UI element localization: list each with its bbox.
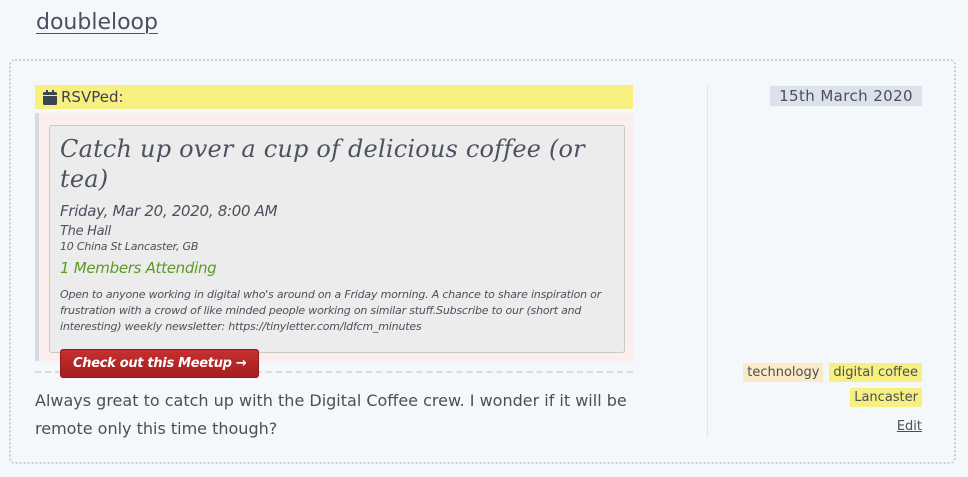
meetup-description: Open to anyone working in digital who's …: [60, 288, 602, 333]
meetup-card: Catch up over a cup of delicious coffee …: [49, 125, 625, 378]
sidebar-divider: [707, 85, 708, 437]
site-title-link[interactable]: doubleloop: [36, 10, 158, 35]
tag-lancaster[interactable]: Lancaster: [850, 388, 922, 407]
post-main: RSVPed: Catch up over a cup of delicious…: [35, 85, 633, 443]
meetup-embed: Catch up over a cup of delicious coffee …: [35, 113, 633, 378]
post-card: RSVPed: Catch up over a cup of delicious…: [9, 59, 956, 464]
meetup-address: 10 China St Lancaster, GB: [60, 240, 199, 253]
meetup-title: Catch up over a cup of delicious coffee …: [60, 135, 585, 193]
tag-digital-coffee[interactable]: digital coffee: [829, 363, 922, 382]
tag-technology[interactable]: technology: [743, 363, 824, 382]
edit-link[interactable]: Edit: [897, 419, 922, 434]
meetup-venue: The Hall: [60, 224, 111, 239]
meetup-attending: 1 Members Attending: [60, 259, 217, 277]
rsvp-bar: RSVPed:: [35, 85, 633, 109]
meetup-datetime: Friday, Mar 20, 2020, 8:00 AM: [60, 202, 278, 220]
post-body: Always great to catch up with the Digita…: [35, 391, 627, 438]
meetup-link-button[interactable]: Check out this Meetup →: [60, 349, 260, 378]
rsvp-label: RSVPed:: [61, 88, 124, 106]
post-date: 15th March 2020: [770, 86, 922, 106]
calendar-icon: [43, 89, 57, 105]
tag-list: technology digital coffee Lancaster: [722, 363, 922, 407]
